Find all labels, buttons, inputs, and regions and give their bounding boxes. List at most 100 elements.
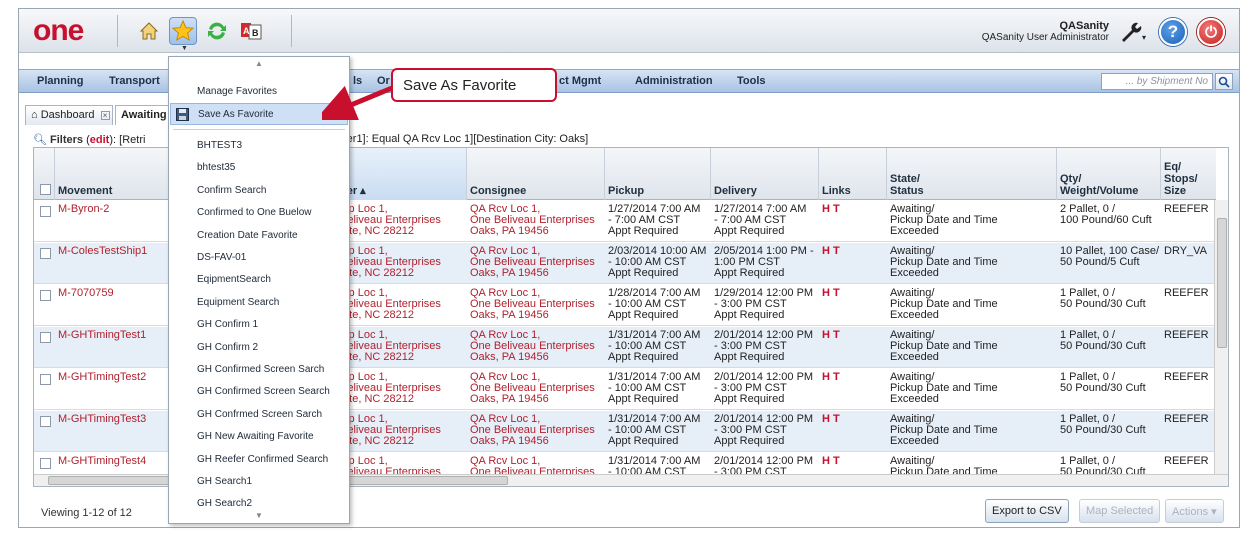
links-cell[interactable]: H T [822, 372, 840, 383]
equipment-cell: REEFER [1164, 372, 1209, 383]
close-icon[interactable]: × [100, 111, 110, 120]
movement-link[interactable]: M-GHTimingTest2 [58, 372, 146, 383]
nav-tools[interactable]: Tools [737, 75, 766, 87]
links-cell[interactable]: H T [822, 330, 840, 341]
favorite-menu-item[interactable]: GH Confirmed Screen Search [170, 381, 348, 403]
ab-report-icon[interactable]: AB [237, 17, 265, 45]
shipment-search-input[interactable]: ... by Shipment No [1101, 73, 1213, 90]
col-state[interactable]: State/ [890, 173, 920, 185]
help-icon[interactable]: ? [1159, 18, 1187, 46]
row-checkbox[interactable] [40, 206, 51, 217]
map-selected-button[interactable]: Map Selected [1079, 499, 1161, 523]
consignee-cell[interactable]: QA Rcv Loc 1, One Beliveau Enterprises O… [470, 414, 604, 447]
movement-link[interactable]: M-GHTimingTest1 [58, 330, 146, 341]
row-checkbox[interactable] [40, 416, 51, 427]
delivery-cell: 2/05/2014 1:00 PM - 1:00 PM CST Appt Req… [714, 246, 814, 279]
consignee-cell[interactable]: QA Rcv Loc 1, One Beliveau Enterprises O… [470, 330, 604, 363]
actions-button[interactable]: Actions ▾ [1165, 499, 1224, 523]
links-cell[interactable]: H T [822, 456, 840, 467]
favorite-menu-item[interactable]: EqipmentSearch [170, 269, 348, 291]
favorite-menu-item[interactable]: GH Confirm 1 [170, 314, 348, 336]
favorite-menu-item[interactable]: GH New Awaiting Favorite [170, 426, 348, 448]
shipper-cell[interactable]: hip Loc 1, Beliveau Enterprises otte, NC… [340, 330, 464, 363]
movement-link[interactable]: M-GHTimingTest4 [58, 456, 146, 467]
shipper-cell[interactable]: hip Loc 1, Beliveau Enterprises otte, NC… [340, 414, 464, 447]
shipper-cell[interactable]: hip Loc 1, Beliveau Enterprises otte, NC… [340, 288, 464, 321]
filters-text: Filter1]: Equal QA Rcv Loc 1][Destinatio… [332, 133, 589, 145]
qty-cell: 10 Pallet, 100 Case/ 50 Pound/5 Cuft [1060, 246, 1160, 268]
favorite-menu-item[interactable]: GH Search1 [170, 471, 348, 493]
favorite-menu-item[interactable]: Confirm Search [170, 180, 348, 202]
power-logout-icon[interactable]: ⏻ [1197, 18, 1225, 46]
vertical-scrollbar[interactable] [1214, 200, 1228, 476]
links-cell[interactable]: H T [822, 204, 840, 215]
tab-dashboard[interactable]: ⌂ Dashboard × [25, 105, 113, 125]
home-icon[interactable] [135, 17, 163, 45]
nav-planning[interactable]: Planning [37, 75, 83, 87]
nav-administration[interactable]: Administration [635, 75, 713, 87]
favorite-menu-item[interactable]: GH Confrmed Screen Sarch [170, 404, 348, 426]
col-qty[interactable]: Qty/ [1060, 173, 1081, 185]
favorite-menu-item[interactable]: GH Reefer Confirmed Search [170, 449, 348, 471]
links-cell[interactable]: H T [822, 414, 840, 425]
col-status[interactable]: Status [890, 185, 924, 197]
favorite-menu-item[interactable]: BHTEST3 [170, 135, 348, 157]
shipper-cell[interactable]: hip Loc 1, Beliveau Enterprises otte, NC… [340, 372, 464, 405]
links-cell[interactable]: H T [822, 246, 840, 257]
favorite-menu-item[interactable]: DS-FAV-01 [170, 247, 348, 269]
shipper-cell[interactable]: hip Loc 1, Beliveau Enterprises otte, NC… [340, 246, 464, 279]
search-icon[interactable] [1215, 73, 1233, 90]
col-size[interactable]: Size [1164, 185, 1186, 197]
pickup-cell: 1/31/2014 7:00 AM - 10:00 AM CST Appt Re… [608, 330, 701, 363]
status-cell: Awaiting/ Pickup Date and Time Exceeded [890, 414, 998, 447]
consignee-cell[interactable]: QA Rcv Loc 1, One Beliveau Enterprises O… [470, 288, 604, 321]
consignee-cell[interactable]: QA Rcv Loc 1, One Beliveau Enterprises O… [470, 372, 604, 405]
col-eq[interactable]: Eq/ [1164, 161, 1181, 173]
scroll-down-icon[interactable]: ▼ [169, 511, 349, 521]
movement-link[interactable]: M-ColesTestShip1 [58, 246, 147, 257]
one-logo[interactable]: one [33, 16, 105, 46]
movement-link[interactable]: M-Byron-2 [58, 204, 109, 215]
row-checkbox[interactable] [40, 290, 51, 301]
links-cell[interactable]: H T [822, 288, 840, 299]
export-csv-button[interactable]: Export to CSV [985, 499, 1069, 523]
favorite-menu-item[interactable]: GH Confirmed Screen Sarch [170, 359, 348, 381]
col-weight-volume[interactable]: Weight/Volume [1060, 185, 1138, 197]
favorite-menu-item[interactable]: bhtest35 [170, 157, 348, 179]
select-all-checkbox[interactable] [40, 184, 51, 195]
scroll-thumb[interactable] [1217, 218, 1227, 348]
chevron-down-icon[interactable]: ▼ [181, 45, 188, 52]
consignee-cell[interactable]: QA Rcv Loc 1, One Beliveau Enterprises O… [470, 246, 604, 279]
filters-edit-link[interactable]: edit [90, 134, 110, 146]
col-divider [818, 148, 819, 200]
qty-cell: 1 Pallet, 0 / 50 Pound/30 Cuft [1060, 288, 1146, 310]
row-checkbox[interactable] [40, 332, 51, 343]
favorite-menu-item[interactable]: GH Confirm 2 [170, 337, 348, 359]
refresh-icon[interactable] [203, 17, 231, 45]
movement-link[interactable]: M-7070759 [58, 288, 114, 299]
delivery-cell: 2/01/2014 12:00 PM - 3:00 PM CST Appt Re… [714, 372, 814, 405]
favorite-menu-item[interactable]: Equipment Search [170, 292, 348, 314]
pickup-cell: 1/28/2014 7:00 AM - 10:00 AM CST Appt Re… [608, 288, 701, 321]
tab-awaiting[interactable]: Awaiting [115, 105, 175, 125]
col-movement[interactable]: Movement [58, 185, 112, 197]
movement-link[interactable]: M-GHTimingTest3 [58, 414, 146, 425]
nav-transport[interactable]: Transport [109, 75, 160, 87]
col-consignee[interactable]: Consignee [470, 185, 526, 197]
col-divider [886, 148, 887, 200]
nav-contract-mgmt[interactable]: ct Mgmt [559, 75, 601, 87]
col-pickup[interactable]: Pickup [608, 185, 644, 197]
scroll-up-icon[interactable]: ▲ [169, 59, 349, 69]
favorite-menu-item[interactable]: Creation Date Favorite [170, 225, 348, 247]
consignee-cell[interactable]: QA Rcv Loc 1, One Beliveau Enterprises O… [470, 204, 604, 237]
star-favorites-icon[interactable] [169, 17, 197, 45]
row-checkbox[interactable] [40, 248, 51, 259]
col-delivery[interactable]: Delivery [714, 185, 757, 197]
wrench-settings-icon[interactable]: ▾ [1119, 20, 1147, 44]
col-links[interactable]: Links [822, 185, 851, 197]
row-checkbox[interactable] [40, 458, 51, 469]
col-stops[interactable]: Stops/ [1164, 173, 1198, 185]
row-checkbox[interactable] [40, 374, 51, 385]
favorite-menu-item[interactable]: Confirmed to One Buelow [170, 202, 348, 224]
shipper-cell[interactable]: hip Loc 1, Beliveau Enterprises otte, NC… [340, 204, 464, 237]
